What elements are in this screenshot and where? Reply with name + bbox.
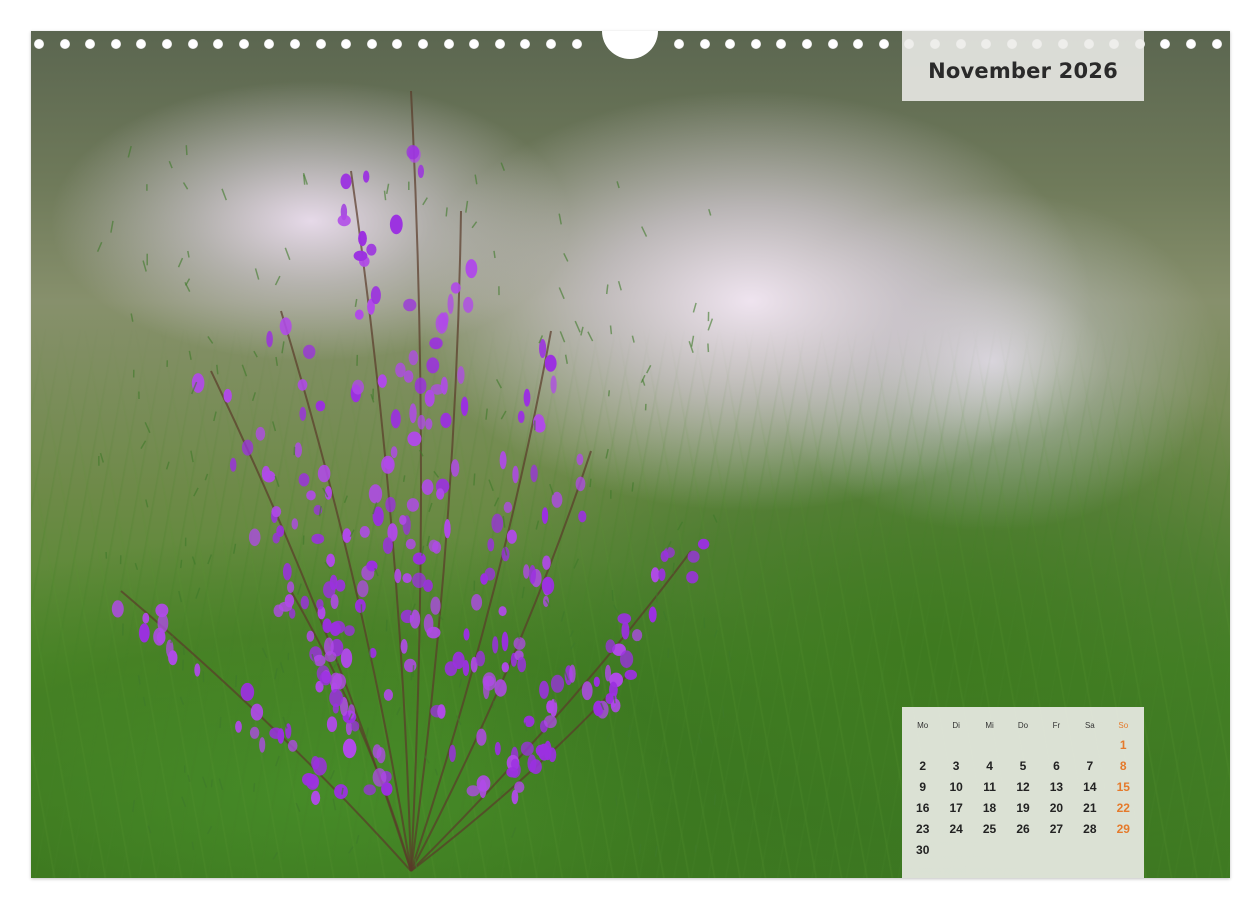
binding-hole — [162, 39, 172, 49]
calendar-day — [1006, 842, 1039, 859]
calendar-day — [939, 737, 972, 754]
calendar-day: 19 — [1016, 801, 1030, 815]
calendar-day: 24 — [949, 822, 963, 836]
calendar-day: 22 — [1116, 801, 1130, 815]
calendar-day: 28 — [1083, 822, 1097, 836]
calendar-day: 1 — [1119, 738, 1127, 752]
calendar-day: 17 — [949, 801, 963, 815]
binding-hole — [418, 39, 428, 49]
binding-hole — [520, 39, 531, 49]
binding-hole — [725, 39, 736, 49]
weekday-header: So — [1118, 721, 1129, 730]
binding-hole — [494, 39, 505, 49]
binding-hole — [827, 39, 838, 49]
binding-hole — [110, 39, 121, 49]
calendar-day: 26 — [1016, 822, 1030, 836]
binding-hole — [699, 39, 710, 49]
calendar-day — [1040, 737, 1073, 754]
binding-hole — [546, 39, 556, 49]
binding-hole — [392, 39, 403, 49]
calendar-day — [1006, 737, 1039, 754]
binding-hole — [1211, 39, 1222, 49]
binding-hole — [853, 39, 864, 49]
calendar-day — [973, 737, 1006, 754]
calendar-day: 21 — [1083, 801, 1097, 815]
calendar-day: 20 — [1049, 801, 1064, 815]
month-title: November 2026 — [928, 59, 1118, 83]
calendar-day: 6 — [1053, 759, 1060, 773]
binding-hole — [1160, 39, 1171, 49]
calendar-day — [1073, 842, 1106, 859]
binding-hole — [802, 39, 812, 49]
calendar-day: 18 — [982, 801, 997, 815]
calendar-day: 15 — [1116, 780, 1130, 794]
calendar-day: 23 — [916, 822, 930, 836]
binding-hole — [1186, 39, 1196, 49]
binding-hole — [34, 39, 44, 49]
calendar-grid: Mo Di Mi Do Fr Sa So 1 2 3 4 5 6 7 8 9 10 11 12 13 14 15 16 17 1… — [906, 719, 1140, 859]
binding-hole — [776, 39, 787, 49]
weekday-header: Fr — [1052, 721, 1061, 730]
calendar-day: 4 — [986, 759, 993, 773]
calendar-day: 29 — [1116, 822, 1130, 836]
calendar-day: 14 — [1083, 780, 1097, 794]
binding-hole — [264, 39, 275, 49]
calendar-day — [1040, 842, 1073, 859]
calendar-day: 10 — [949, 780, 963, 794]
calendar-day: 9 — [919, 780, 927, 794]
calendar-day: 13 — [1049, 780, 1064, 794]
month-calendar: Mo Di Mi Do Fr Sa So 1 2 3 4 5 6 7 8 9 10 11 12 13 14 15 16 17 1… — [902, 707, 1144, 878]
weekday-header: Di — [952, 721, 960, 730]
month-title-box: November 2026 — [902, 31, 1144, 101]
binding-hole — [238, 39, 249, 49]
calendar-day — [906, 737, 939, 754]
binding-hole — [85, 39, 96, 49]
binding-hole — [469, 39, 480, 49]
binding-hole — [315, 39, 326, 49]
binding-hole — [341, 39, 352, 49]
calendar-day — [939, 842, 972, 859]
calendar-day: 30 — [916, 843, 930, 857]
binding-hole — [571, 39, 582, 49]
binding-hole — [366, 39, 377, 49]
calendar-day: 27 — [1049, 822, 1064, 836]
calendar-day: 3 — [952, 759, 960, 773]
binding-hole — [878, 39, 889, 49]
weekday-header: Mi — [985, 721, 994, 730]
binding-hole — [290, 39, 300, 49]
weekday-header: Do — [1017, 721, 1029, 730]
binding-hole — [59, 39, 70, 49]
binding-hole — [750, 39, 761, 49]
binding-hole — [213, 39, 224, 49]
weekday-header: Sa — [1084, 721, 1095, 730]
calendar-day: 7 — [1086, 759, 1094, 773]
calendar-day: 11 — [983, 780, 996, 794]
binding-hole — [674, 39, 684, 49]
calendar-page: November 2026 Mo Di Mi Do Fr Sa So 1 2 3 4 5 6 7 8 9 10 1… — [0, 0, 1260, 908]
calendar-day: 5 — [1019, 759, 1027, 773]
binding-hole — [187, 39, 198, 49]
calendar-day: 16 — [916, 801, 930, 815]
calendar-day — [1073, 737, 1106, 754]
calendar-day: 25 — [982, 822, 997, 836]
calendar-day — [973, 842, 1006, 859]
calendar-day: 2 — [919, 759, 927, 773]
calendar-day — [1107, 842, 1140, 859]
binding-hole — [443, 39, 454, 49]
calendar-day: 8 — [1119, 759, 1127, 773]
binding-hole — [136, 39, 147, 49]
weekday-header: Mo — [917, 721, 929, 730]
calendar-day: 12 — [1016, 780, 1030, 794]
